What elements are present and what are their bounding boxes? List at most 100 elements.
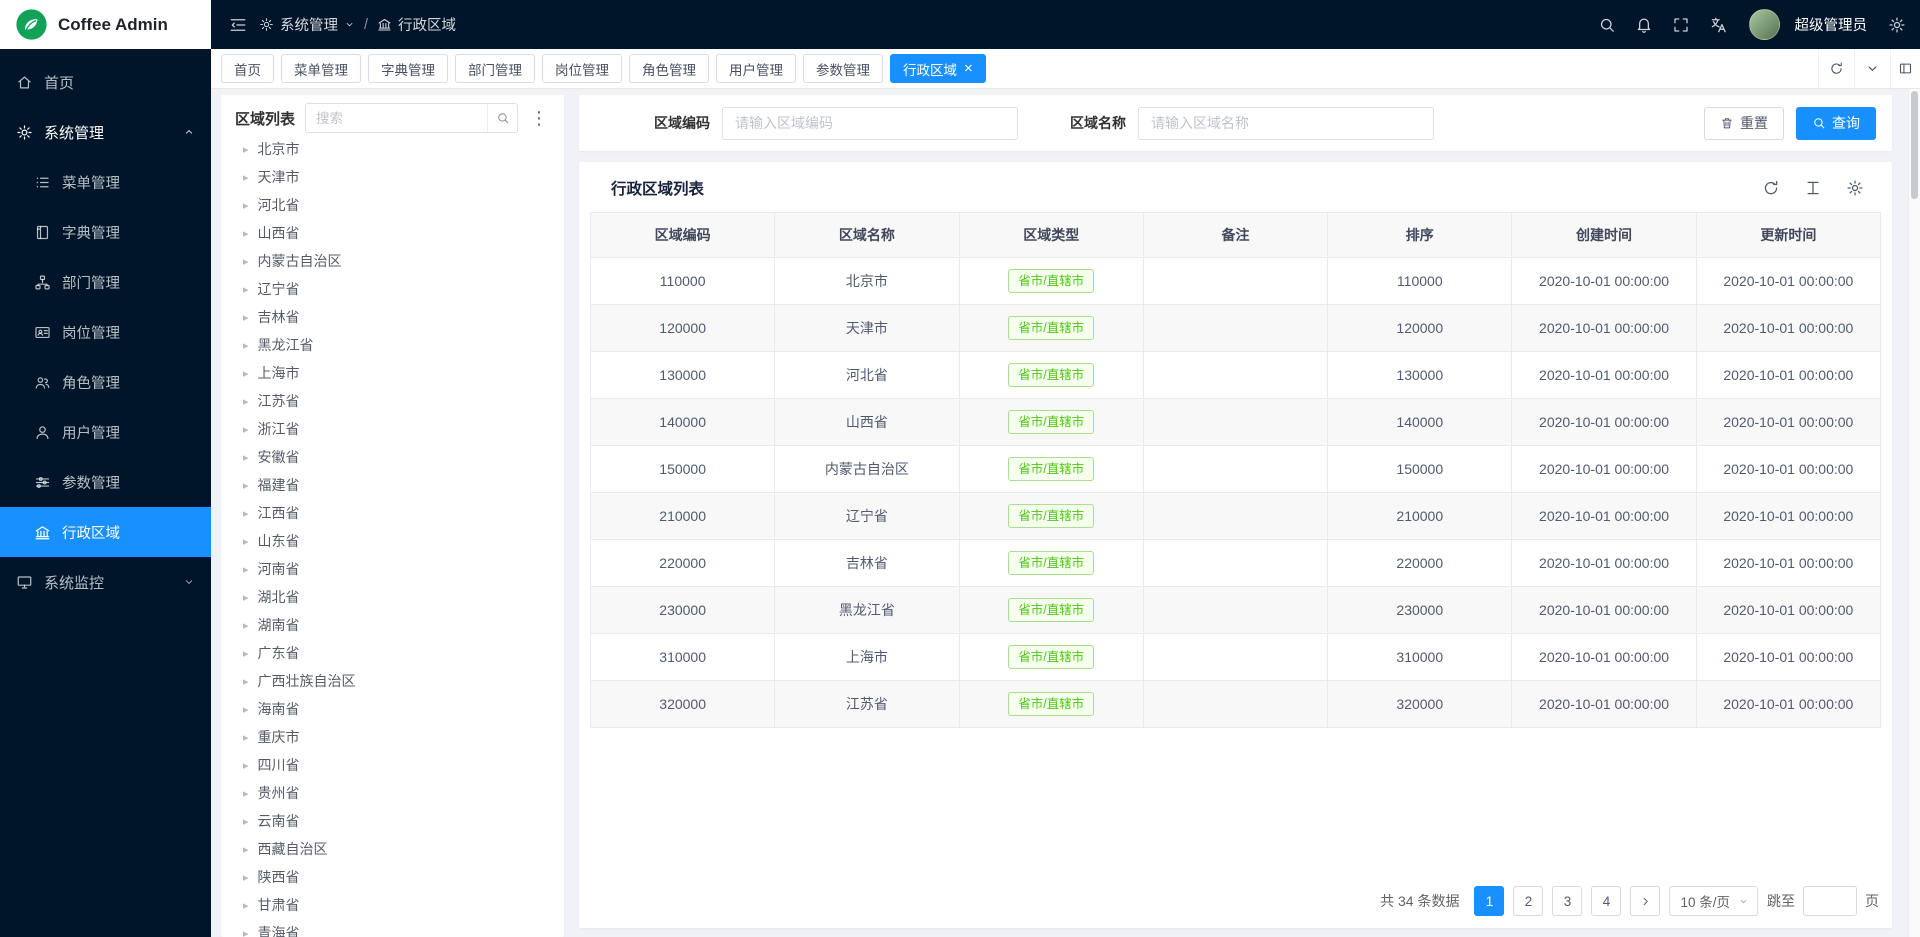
sidebar-collapse-button[interactable] <box>223 10 253 40</box>
caret-right-icon[interactable]: ▸ <box>243 731 249 744</box>
tree-item-广西壮族自治区[interactable]: ▸广西壮族自治区 <box>235 667 550 695</box>
region-name-input[interactable] <box>1138 107 1434 140</box>
tree-item-贵州省[interactable]: ▸贵州省 <box>235 779 550 807</box>
tab-菜单管理[interactable]: 菜单管理 <box>281 54 361 83</box>
breadcrumb-item-region[interactable]: 行政区域 <box>377 14 456 35</box>
caret-right-icon[interactable]: ▸ <box>243 367 249 380</box>
caret-right-icon[interactable]: ▸ <box>243 451 249 464</box>
close-icon[interactable]: × <box>964 61 973 76</box>
caret-right-icon[interactable]: ▸ <box>243 871 249 884</box>
search-submit-button[interactable]: 查询 <box>1796 107 1876 140</box>
layout-toggle-button[interactable] <box>1890 49 1920 88</box>
tree-item-安徽省[interactable]: ▸安徽省 <box>235 443 550 471</box>
tree-item-浙江省[interactable]: ▸浙江省 <box>235 415 550 443</box>
table-refresh-button[interactable] <box>1762 179 1780 197</box>
tree-item-甘肃省[interactable]: ▸甘肃省 <box>235 891 550 919</box>
tab-行政区域[interactable]: 行政区域× <box>890 54 986 83</box>
sidebar-item-system[interactable]: 系统管理 <box>0 107 211 157</box>
brand[interactable]: Coffee Admin <box>0 0 211 49</box>
notifications-button[interactable] <box>1629 10 1659 40</box>
tree-item-北京市[interactable]: ▸北京市 <box>235 135 550 163</box>
caret-right-icon[interactable]: ▸ <box>243 479 249 492</box>
caret-right-icon[interactable]: ▸ <box>243 143 249 156</box>
sidebar-item-角色管理[interactable]: 角色管理 <box>0 357 211 407</box>
sidebar-item-部门管理[interactable]: 部门管理 <box>0 257 211 307</box>
caret-right-icon[interactable]: ▸ <box>243 255 249 268</box>
search-button[interactable] <box>1592 10 1622 40</box>
tree-item-黑龙江省[interactable]: ▸黑龙江省 <box>235 331 550 359</box>
tree-item-江西省[interactable]: ▸江西省 <box>235 499 550 527</box>
sidebar-item-monitor[interactable]: 系统监控 <box>0 557 211 607</box>
sidebar-item-岗位管理[interactable]: 岗位管理 <box>0 307 211 357</box>
sidebar-item-home[interactable]: 首页 <box>0 57 211 107</box>
tab-角色管理[interactable]: 角色管理 <box>629 54 709 83</box>
tree-item-广东省[interactable]: ▸广东省 <box>235 639 550 667</box>
caret-right-icon[interactable]: ▸ <box>243 227 249 240</box>
tree-item-陕西省[interactable]: ▸陕西省 <box>235 863 550 891</box>
tree-item-云南省[interactable]: ▸云南省 <box>235 807 550 835</box>
tab-options-button[interactable] <box>1854 49 1890 88</box>
tree-item-江苏省[interactable]: ▸江苏省 <box>235 387 550 415</box>
translate-button[interactable] <box>1703 10 1733 40</box>
caret-right-icon[interactable]: ▸ <box>243 283 249 296</box>
sidebar-item-行政区域[interactable]: 行政区域 <box>0 507 211 557</box>
tree-search-input[interactable] <box>306 111 487 126</box>
tree-item-吉林省[interactable]: ▸吉林省 <box>235 303 550 331</box>
caret-right-icon[interactable]: ▸ <box>243 759 249 772</box>
table-settings-button[interactable] <box>1846 179 1864 197</box>
tree-item-青海省[interactable]: ▸青海省 <box>235 919 550 937</box>
page-button-1[interactable]: 1 <box>1474 886 1504 916</box>
sidebar-item-用户管理[interactable]: 用户管理 <box>0 407 211 457</box>
caret-right-icon[interactable]: ▸ <box>243 507 249 520</box>
caret-right-icon[interactable]: ▸ <box>243 675 249 688</box>
scrollbar-thumb[interactable] <box>1911 91 1918 199</box>
page-button-3[interactable]: 3 <box>1552 886 1582 916</box>
tab-参数管理[interactable]: 参数管理 <box>803 54 883 83</box>
sidebar-item-参数管理[interactable]: 参数管理 <box>0 457 211 507</box>
tree-item-辽宁省[interactable]: ▸辽宁省 <box>235 275 550 303</box>
page-size-select[interactable]: 10 条/页 <box>1669 886 1758 916</box>
tree-item-山西省[interactable]: ▸山西省 <box>235 219 550 247</box>
page-jump-input[interactable] <box>1803 886 1857 916</box>
table-density-button[interactable] <box>1804 179 1822 197</box>
tree-item-重庆市[interactable]: ▸重庆市 <box>235 723 550 751</box>
tree-more-button[interactable]: ⋮ <box>528 109 550 127</box>
fullscreen-button[interactable] <box>1666 10 1696 40</box>
reset-button[interactable]: 重置 <box>1704 107 1784 140</box>
caret-right-icon[interactable]: ▸ <box>243 535 249 548</box>
tree-item-湖南省[interactable]: ▸湖南省 <box>235 611 550 639</box>
tree-item-河北省[interactable]: ▸河北省 <box>235 191 550 219</box>
region-code-input[interactable] <box>722 107 1018 140</box>
caret-right-icon[interactable]: ▸ <box>243 647 249 660</box>
tree-item-湖北省[interactable]: ▸湖北省 <box>235 583 550 611</box>
caret-right-icon[interactable]: ▸ <box>243 339 249 352</box>
caret-right-icon[interactable]: ▸ <box>243 171 249 184</box>
tree-item-上海市[interactable]: ▸上海市 <box>235 359 550 387</box>
tree-item-四川省[interactable]: ▸四川省 <box>235 751 550 779</box>
sidebar-item-菜单管理[interactable]: 菜单管理 <box>0 157 211 207</box>
tree-item-河南省[interactable]: ▸河南省 <box>235 555 550 583</box>
tree-item-西藏自治区[interactable]: ▸西藏自治区 <box>235 835 550 863</box>
tab-首页[interactable]: 首页 <box>221 54 274 83</box>
caret-right-icon[interactable]: ▸ <box>243 591 249 604</box>
caret-right-icon[interactable]: ▸ <box>243 395 249 408</box>
caret-right-icon[interactable]: ▸ <box>243 703 249 716</box>
caret-right-icon[interactable]: ▸ <box>243 843 249 856</box>
caret-right-icon[interactable]: ▸ <box>243 815 249 828</box>
tab-字典管理[interactable]: 字典管理 <box>368 54 448 83</box>
tree-item-海南省[interactable]: ▸海南省 <box>235 695 550 723</box>
breadcrumb-item-system[interactable]: 系统管理 <box>259 14 355 35</box>
next-page-button[interactable] <box>1630 886 1660 916</box>
tab-用户管理[interactable]: 用户管理 <box>716 54 796 83</box>
caret-right-icon[interactable]: ▸ <box>243 787 249 800</box>
tree-item-天津市[interactable]: ▸天津市 <box>235 163 550 191</box>
sidebar-item-字典管理[interactable]: 字典管理 <box>0 207 211 257</box>
avatar[interactable] <box>1749 9 1780 40</box>
tree-item-内蒙古自治区[interactable]: ▸内蒙古自治区 <box>235 247 550 275</box>
tree-item-福建省[interactable]: ▸福建省 <box>235 471 550 499</box>
caret-right-icon[interactable]: ▸ <box>243 199 249 212</box>
tab-岗位管理[interactable]: 岗位管理 <box>542 54 622 83</box>
page-button-4[interactable]: 4 <box>1591 886 1621 916</box>
tab-部门管理[interactable]: 部门管理 <box>455 54 535 83</box>
settings-button[interactable] <box>1882 10 1912 40</box>
